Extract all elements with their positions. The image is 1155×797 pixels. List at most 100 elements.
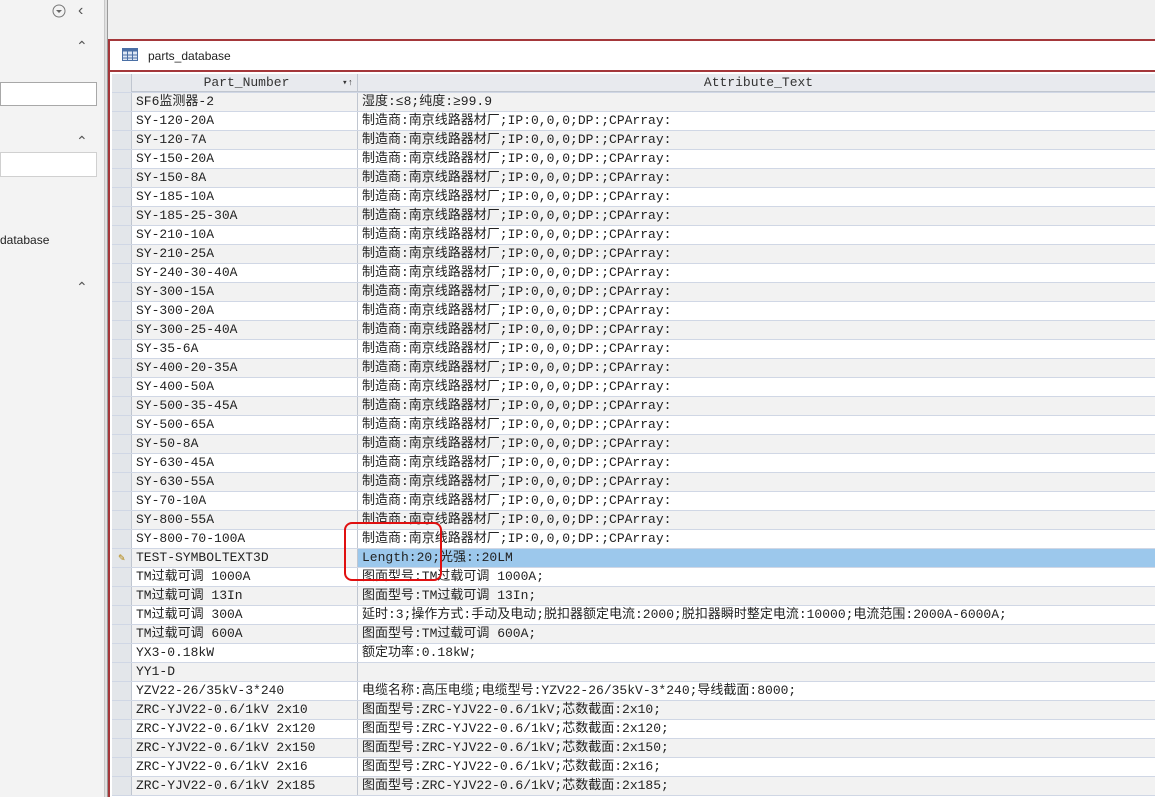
cell-attribute-text[interactable]: 图面型号:ZRC-YJV22-0.6/1kV;芯数截面:2x150; — [358, 739, 1155, 757]
row-selector[interactable] — [112, 188, 132, 206]
cell-part-number[interactable]: SY-630-45A — [132, 454, 358, 472]
table-row[interactable]: SY-300-15A 制造商:南京线路器材厂;IP:0,0,0;DP:;CPArr… — [112, 283, 1155, 302]
cell-attribute-text[interactable]: 制造商:南京线路器材厂;IP:0,0,0;DP:;CPArray: — [358, 321, 1155, 339]
cell-part-number[interactable]: SY-800-55A — [132, 511, 358, 529]
table-row[interactable]: SY-240-30-40A 制造商:南京线路器材厂;IP:0,0,0;DP:;CP… — [112, 264, 1155, 283]
cell-part-number[interactable]: SY-70-10A — [132, 492, 358, 510]
dropdown-circle-icon[interactable] — [52, 4, 66, 21]
cell-attribute-text[interactable]: 制造商:南京线路器材厂;IP:0,0,0;DP:;CPArray: — [358, 245, 1155, 263]
cell-part-number[interactable]: SY-400-20-35A — [132, 359, 358, 377]
table-row[interactable]: SY-120-20A 制造商:南京线路器材厂;IP:0,0,0;DP:;CPArr… — [112, 112, 1155, 131]
row-selector[interactable] — [112, 340, 132, 358]
table-row[interactable]: ZRC-YJV22-0.6/1kV 2x150 图面型号:ZRC-YJV22-0.… — [112, 739, 1155, 758]
cell-part-number[interactable]: SY-210-10A — [132, 226, 358, 244]
row-selector[interactable] — [112, 720, 132, 738]
row-selector[interactable] — [112, 644, 132, 662]
cell-part-number[interactable]: SY-500-65A — [132, 416, 358, 434]
row-selector[interactable] — [112, 226, 132, 244]
cell-part-number[interactable]: SY-150-20A — [132, 150, 358, 168]
table-row[interactable]: SY-210-10A 制造商:南京线路器材厂;IP:0,0,0;DP:;CPArr… — [112, 226, 1155, 245]
row-selector[interactable] — [112, 435, 132, 453]
cell-attribute-text[interactable]: 制造商:南京线路器材厂;IP:0,0,0;DP:;CPArray: — [358, 169, 1155, 187]
row-selector[interactable] — [112, 492, 132, 510]
chevron-up-icon[interactable]: ⌃ — [76, 279, 88, 296]
row-selector[interactable] — [112, 530, 132, 548]
table-row[interactable]: SY-120-7A 制造商:南京线路器材厂;IP:0,0,0;DP:;CPArra… — [112, 131, 1155, 150]
table-row[interactable]: SY-35-6A 制造商:南京线路器材厂;IP:0,0,0;DP:;CPArray… — [112, 340, 1155, 359]
row-selector[interactable] — [112, 302, 132, 320]
column-header-part-number[interactable]: Part_Number ▾↑ — [132, 74, 358, 92]
row-selector[interactable] — [112, 701, 132, 719]
table-row[interactable]: TM过载可调 300A 延时:3;操作方式:手动及电动;脱扣器额定电流:2000;… — [112, 606, 1155, 625]
cell-attribute-text[interactable]: 额定功率:0.18kW; — [358, 644, 1155, 662]
cell-part-number[interactable]: SY-500-35-45A — [132, 397, 358, 415]
table-row[interactable]: ZRC-YJV22-0.6/1kV 2x10 图面型号:ZRC-YJV22-0.6… — [112, 701, 1155, 720]
cell-part-number[interactable]: TM过载可调 300A — [132, 606, 358, 624]
cell-attribute-text[interactable]: 电缆名称:高压电缆;电缆型号:YZV22-26/35kV-3*240;导线截面:… — [358, 682, 1155, 700]
cell-part-number[interactable]: TM过载可调 13In — [132, 587, 358, 605]
cell-attribute-text[interactable]: 制造商:南京线路器材厂;IP:0,0,0;DP:;CPArray: — [358, 435, 1155, 453]
select-all-corner[interactable] — [112, 74, 132, 92]
table-row[interactable]: SY-800-55A 制造商:南京线路器材厂;IP:0,0,0;DP:;CPArr… — [112, 511, 1155, 530]
table-row[interactable]: YZV22-26/35kV-3*240 电缆名称:高压电缆;电缆型号:YZV22-… — [112, 682, 1155, 701]
row-selector[interactable] — [112, 321, 132, 339]
table-row[interactable]: ✎ TEST-SYMBOLTEXT3D Length:20;光强::20LM — [112, 549, 1155, 568]
cell-part-number[interactable]: ZRC-YJV22-0.6/1kV 2x185 — [132, 777, 358, 795]
row-selector[interactable] — [112, 587, 132, 605]
cell-part-number[interactable]: YY1-D — [132, 663, 358, 681]
table-row[interactable]: SY-185-25-30A 制造商:南京线路器材厂;IP:0,0,0;DP:;CP… — [112, 207, 1155, 226]
cell-attribute-text[interactable]: 制造商:南京线路器材厂;IP:0,0,0;DP:;CPArray: — [358, 283, 1155, 301]
cell-attribute-text[interactable]: 制造商:南京线路器材厂;IP:0,0,0;DP:;CPArray: — [358, 340, 1155, 358]
column-header-attribute-text[interactable]: Attribute_Text — [358, 74, 1155, 92]
cell-attribute-text[interactable]: 制造商:南京线路器材厂;IP:0,0,0;DP:;CPArray: — [358, 226, 1155, 244]
row-selector[interactable] — [112, 169, 132, 187]
cell-attribute-text[interactable]: 制造商:南京线路器材厂;IP:0,0,0;DP:;CPArray: — [358, 492, 1155, 510]
cell-attribute-text[interactable]: 图面型号:ZRC-YJV22-0.6/1kV;芯数截面:2x16; — [358, 758, 1155, 776]
row-selector[interactable] — [112, 682, 132, 700]
cell-part-number[interactable]: ZRC-YJV22-0.6/1kV 2x10 — [132, 701, 358, 719]
cell-attribute-text[interactable]: 延时:3;操作方式:手动及电动;脱扣器额定电流:2000;脱扣器瞬时整定电流:1… — [358, 606, 1155, 624]
search-input[interactable] — [0, 82, 97, 106]
table-row[interactable]: ZRC-YJV22-0.6/1kV 2x16 图面型号:ZRC-YJV22-0.6… — [112, 758, 1155, 777]
table-row[interactable]: SF6监测器-2 湿度:≤8;纯度:≥99.9 — [112, 93, 1155, 112]
cell-part-number[interactable]: ZRC-YJV22-0.6/1kV 2x120 — [132, 720, 358, 738]
cell-attribute-text[interactable]: 制造商:南京线路器材厂;IP:0,0,0;DP:;CPArray: — [358, 454, 1155, 472]
table-row[interactable]: SY-300-20A 制造商:南京线路器材厂;IP:0,0,0;DP:;CPArr… — [112, 302, 1155, 321]
cell-attribute-text[interactable]: 制造商:南京线路器材厂;IP:0,0,0;DP:;CPArray: — [358, 416, 1155, 434]
cell-part-number[interactable]: TEST-SYMBOLTEXT3D — [132, 549, 358, 567]
row-selector[interactable] — [112, 378, 132, 396]
row-selector[interactable] — [112, 283, 132, 301]
cell-attribute-text[interactable]: 图面型号:TM过载可调 1000A; — [358, 568, 1155, 586]
table-row[interactable]: SY-800-70-100A 制造商:南京线路器材厂;IP:0,0,0;DP:;C… — [112, 530, 1155, 549]
cell-part-number[interactable]: SY-35-6A — [132, 340, 358, 358]
chevron-up-icon[interactable]: ⌃ — [76, 38, 88, 55]
chevron-up-icon[interactable]: ⌃ — [76, 133, 88, 150]
cell-attribute-text[interactable]: 制造商:南京线路器材厂;IP:0,0,0;DP:;CPArray: — [358, 530, 1155, 548]
row-selector[interactable] — [112, 663, 132, 681]
row-selector[interactable] — [112, 568, 132, 586]
document-tab[interactable]: parts_database — [110, 41, 1155, 72]
cell-attribute-text[interactable]: 图面型号:ZRC-YJV22-0.6/1kV;芯数截面:2x120; — [358, 720, 1155, 738]
cell-attribute-text[interactable]: 制造商:南京线路器材厂;IP:0,0,0;DP:;CPArray: — [358, 473, 1155, 491]
cell-part-number[interactable]: SY-300-25-40A — [132, 321, 358, 339]
cell-part-number[interactable]: ZRC-YJV22-0.6/1kV 2x16 — [132, 758, 358, 776]
row-selector[interactable] — [112, 93, 132, 111]
table-row[interactable]: SY-50-8A 制造商:南京线路器材厂;IP:0,0,0;DP:;CPArray… — [112, 435, 1155, 454]
cell-part-number[interactable]: SY-120-20A — [132, 112, 358, 130]
cell-part-number[interactable]: SY-300-20A — [132, 302, 358, 320]
cell-attribute-text[interactable]: 湿度:≤8;纯度:≥99.9 — [358, 93, 1155, 111]
row-selector[interactable]: ✎ — [112, 549, 132, 567]
table-row[interactable]: SY-500-65A 制造商:南京线路器材厂;IP:0,0,0;DP:;CPArr… — [112, 416, 1155, 435]
table-row[interactable]: ZRC-YJV22-0.6/1kV 2x120 图面型号:ZRC-YJV22-0.… — [112, 720, 1155, 739]
row-selector[interactable] — [112, 739, 132, 757]
sort-filter-icon[interactable]: ▾↑ — [342, 74, 353, 91]
cell-part-number[interactable]: YX3-0.18kW — [132, 644, 358, 662]
chevron-left-icon[interactable]: ‹ — [78, 2, 83, 20]
table-row[interactable]: SY-400-20-35A 制造商:南京线路器材厂;IP:0,0,0;DP:;CP… — [112, 359, 1155, 378]
cell-attribute-text[interactable]: 图面型号:ZRC-YJV22-0.6/1kV;芯数截面:2x185; — [358, 777, 1155, 795]
table-row[interactable]: SY-210-25A 制造商:南京线路器材厂;IP:0,0,0;DP:;CPArr… — [112, 245, 1155, 264]
row-selector[interactable] — [112, 758, 132, 776]
row-selector[interactable] — [112, 397, 132, 415]
cell-attribute-text[interactable]: Length:20;光强::20LM — [358, 549, 1155, 567]
table-row[interactable]: TM过载可调 600A 图面型号:TM过载可调 600A; — [112, 625, 1155, 644]
